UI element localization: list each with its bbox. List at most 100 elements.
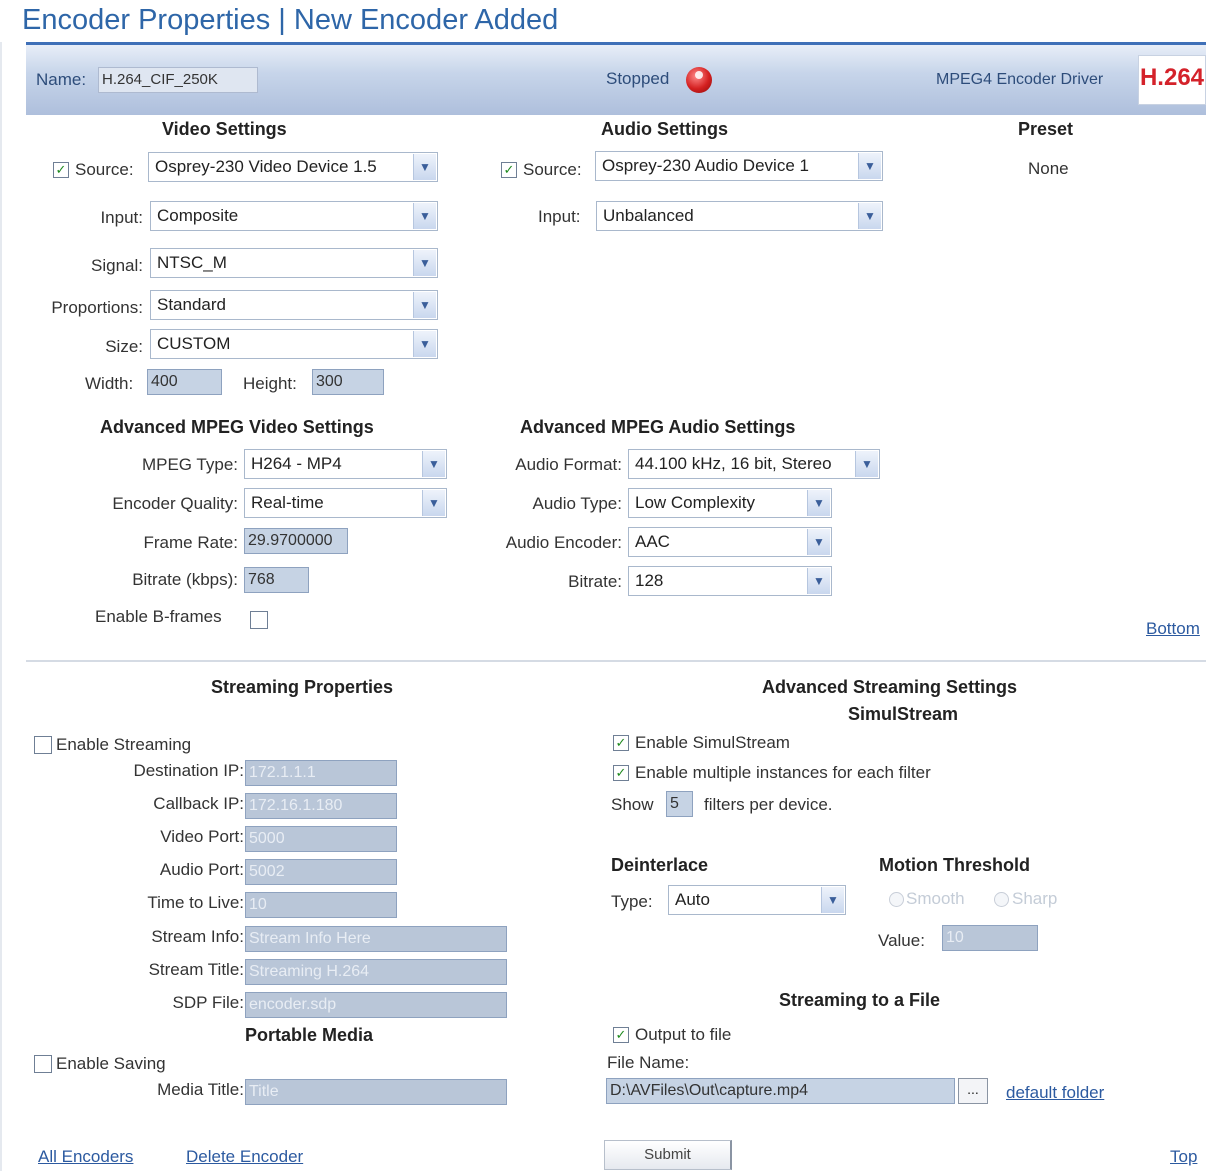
sharp-radio[interactable] <box>994 892 1009 907</box>
proportions-select[interactable]: Standard ▼ <box>150 290 438 320</box>
deinterlace-type-select[interactable]: Auto ▼ <box>668 885 846 915</box>
chevron-down-icon: ▼ <box>855 451 878 477</box>
audio-type-select[interactable]: Low Complexity ▼ <box>628 488 832 518</box>
enable-saving-label: Enable Saving <box>56 1054 166 1073</box>
audio-source-label: Source: <box>523 160 582 179</box>
video-source-checkbox[interactable]: ✓ <box>53 162 69 178</box>
h264-logo: H.264 <box>1138 55 1206 105</box>
chevron-down-icon: ▼ <box>858 203 881 229</box>
streaming-properties-title: Streaming Properties <box>211 677 394 697</box>
enable-multiple-instances-checkbox[interactable]: ✓ <box>613 765 629 781</box>
chevron-down-icon: ▼ <box>422 451 445 477</box>
audio-bitrate-select[interactable]: 128 ▼ <box>628 566 832 596</box>
media-title-label: Media Title: <box>157 1080 244 1099</box>
audio-port-label: Audio Port: <box>159 860 244 879</box>
bframes-checkbox[interactable] <box>250 611 268 629</box>
enable-simulstream-label: Enable SimulStream <box>635 733 790 752</box>
signal-label: Signal: <box>91 256 143 275</box>
signal-select[interactable]: NTSC_M ▼ <box>150 248 438 278</box>
audio-source-checkbox[interactable]: ✓ <box>501 162 517 178</box>
size-select[interactable]: CUSTOM ▼ <box>150 329 438 359</box>
proportions-label: Proportions: <box>51 298 143 317</box>
driver-label: MPEG4 Encoder Driver <box>936 71 1104 88</box>
section-divider <box>26 660 1206 662</box>
stream-info-label: Stream Info: <box>151 927 244 946</box>
submit-button[interactable]: Submit <box>604 1140 732 1170</box>
show-label: Show <box>611 795 654 814</box>
sharp-label: Sharp <box>1012 889 1058 908</box>
chevron-down-icon: ▼ <box>413 154 436 180</box>
size-value: CUSTOM <box>157 334 231 353</box>
audio-input-select[interactable]: Unbalanced ▼ <box>596 201 883 231</box>
sdp-file-input[interactable]: encoder.sdp <box>245 992 507 1018</box>
video-settings-title: Video Settings <box>162 119 287 139</box>
audio-bitrate-value: 128 <box>635 571 664 590</box>
video-source-label: Source: <box>75 160 134 179</box>
name-input[interactable]: H.264_CIF_250K <box>98 67 258 93</box>
time-to-live-input[interactable]: 10 <box>245 892 397 918</box>
bitrate-kbps-input[interactable]: 768 <box>244 567 309 593</box>
enable-streaming-checkbox[interactable] <box>34 736 52 754</box>
audio-type-label: Audio Type: <box>532 494 622 513</box>
chevron-down-icon: ▼ <box>413 331 436 357</box>
video-input-select[interactable]: Composite ▼ <box>150 201 438 231</box>
deinterlace-type-label: Type: <box>611 892 653 911</box>
chevron-down-icon: ▼ <box>807 490 830 516</box>
media-title-input[interactable]: Title <box>245 1079 507 1105</box>
deinterlace-type-value: Auto <box>675 890 710 909</box>
audio-input-value: Unbalanced <box>603 206 694 225</box>
default-folder-link[interactable]: default folder <box>1006 1083 1104 1103</box>
audio-settings-title: Audio Settings <box>601 119 728 139</box>
encoder-quality-select[interactable]: Real-time ▼ <box>244 488 447 518</box>
smooth-radio[interactable] <box>889 892 904 907</box>
browse-button[interactable]: ... <box>958 1078 988 1104</box>
encoder-quality-value: Real-time <box>251 493 324 512</box>
file-name-input[interactable]: D:\AVFiles\Out\capture.mp4 <box>606 1078 955 1104</box>
page-title: Encoder Properties | New Encoder Added <box>22 4 559 36</box>
audio-input-label: Input: <box>538 207 581 226</box>
motion-value-input[interactable]: 10 <box>942 925 1038 951</box>
stream-title-input[interactable]: Streaming H.264 <box>245 959 507 985</box>
bottom-link[interactable]: Bottom <box>1146 619 1200 639</box>
chevron-down-icon: ▼ <box>807 529 830 555</box>
audio-source-select[interactable]: Osprey-230 Audio Device 1 ▼ <box>595 151 883 181</box>
size-label: Size: <box>105 337 143 356</box>
audio-port-input[interactable]: 5002 <box>245 859 397 885</box>
stream-info-input[interactable]: Stream Info Here <box>245 926 507 952</box>
bitrate-kbps-label: Bitrate (kbps): <box>132 570 238 589</box>
top-link[interactable]: Top <box>1170 1147 1197 1167</box>
adv-video-title: Advanced MPEG Video Settings <box>100 417 374 437</box>
callback-ip-input[interactable]: 172.16.1.180 <box>245 793 397 819</box>
mpeg-type-select[interactable]: H264 - MP4 ▼ <box>244 449 447 479</box>
simulstream-title: SimulStream <box>848 704 959 724</box>
filters-count-input[interactable]: 5 <box>666 791 693 817</box>
video-port-input[interactable]: 5000 <box>245 826 397 852</box>
audio-format-select[interactable]: 44.100 kHz, 16 bit, Stereo ▼ <box>628 449 880 479</box>
audio-encoder-value: AAC <box>635 532 670 551</box>
enable-saving-checkbox[interactable] <box>34 1055 52 1073</box>
mpeg-type-label: MPEG Type: <box>141 455 238 474</box>
motion-value-label: Value: <box>878 931 925 950</box>
frame-rate-input[interactable]: 29.9700000 <box>244 528 348 554</box>
enable-streaming-label: Enable Streaming <box>56 735 192 754</box>
audio-encoder-select[interactable]: AAC ▼ <box>628 527 832 557</box>
name-label: Name: <box>36 70 87 89</box>
preset-value: None <box>1028 159 1069 178</box>
width-input[interactable]: 400 <box>147 369 222 395</box>
chevron-down-icon: ▼ <box>821 887 844 913</box>
all-encoders-link[interactable]: All Encoders <box>38 1147 133 1167</box>
output-to-file-checkbox[interactable]: ✓ <box>613 1027 629 1043</box>
file-name-label: File Name: <box>607 1053 690 1072</box>
video-input-label: Input: <box>100 208 143 227</box>
output-to-file-label: Output to file <box>635 1025 732 1044</box>
destination-ip-input[interactable]: 172.1.1.1 <box>245 760 397 786</box>
height-input[interactable]: 300 <box>312 369 384 395</box>
delete-encoder-link[interactable]: Delete Encoder <box>186 1147 303 1167</box>
chevron-down-icon: ▼ <box>413 203 436 229</box>
proportions-value: Standard <box>157 295 226 314</box>
video-source-select[interactable]: Osprey-230 Video Device 1.5 ▼ <box>148 152 438 182</box>
signal-value: NTSC_M <box>157 253 227 272</box>
status-glint <box>695 71 703 79</box>
enable-simulstream-checkbox[interactable]: ✓ <box>613 735 629 751</box>
stream-title-label: Stream Title: <box>148 960 244 979</box>
